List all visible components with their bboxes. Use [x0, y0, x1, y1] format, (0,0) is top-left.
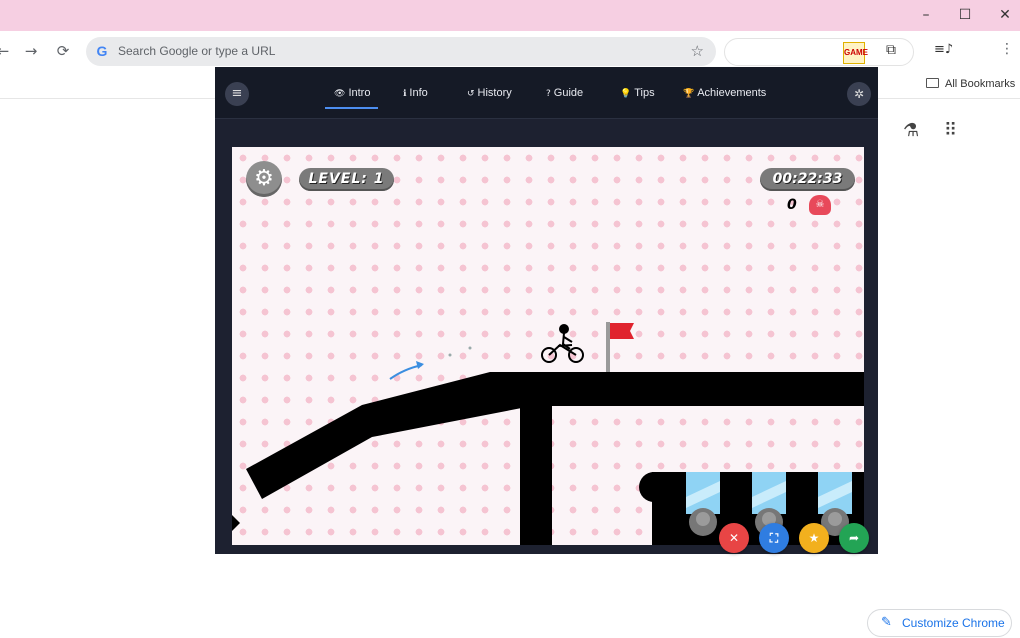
- chrome-menu-icon[interactable]: ⋮: [1000, 41, 1014, 57]
- window-titlebar: – ☐ ✕: [0, 0, 1020, 31]
- all-bookmarks-label: All Bookmarks: [945, 78, 1016, 90]
- tab-intro[interactable]: 👁 Intro: [324, 87, 380, 109]
- tab-label: Achievements: [697, 87, 767, 99]
- support-pillar: [520, 403, 552, 545]
- motion-arrow-icon: [389, 346, 472, 380]
- history-icon: ↺: [467, 89, 475, 99]
- edge-marker: [232, 515, 240, 531]
- bike-rider: [541, 324, 584, 363]
- popup-menu-icon[interactable]: ≡: [225, 82, 249, 106]
- maximize-button[interactable]: ☐: [954, 4, 976, 26]
- game-settings-icon[interactable]: ⚙: [246, 161, 282, 197]
- share-button[interactable]: ➦: [839, 523, 869, 553]
- trophy-icon: 🏆: [683, 89, 695, 99]
- minimize-button[interactable]: –: [915, 4, 937, 26]
- close-window-button[interactable]: ✕: [994, 4, 1016, 26]
- fullscreen-button[interactable]: ⛶: [759, 523, 789, 553]
- tab-info[interactable]: ℹ Info: [403, 87, 428, 99]
- google-icon: G: [96, 43, 108, 59]
- tab-guide[interactable]: ? Guide: [546, 87, 583, 99]
- death-count: 0: [787, 197, 797, 213]
- favorite-button[interactable]: ★: [799, 523, 829, 553]
- all-bookmarks-folder[interactable]: All Bookmarks: [926, 78, 1015, 90]
- tab-achievements[interactable]: 🏆 Achievements: [683, 87, 766, 99]
- tab-label: Info: [409, 87, 428, 99]
- game-extension-icon[interactable]: GAME: [843, 42, 868, 64]
- lightbulb-icon: 💡: [620, 89, 632, 99]
- game-scene: [232, 322, 864, 545]
- tab-label: Intro: [348, 87, 371, 99]
- tab-history[interactable]: ↺ History: [467, 87, 512, 99]
- customize-chrome-button[interactable]: ✎ Customize Chrome: [867, 609, 1012, 637]
- popup-settings-icon[interactable]: ✲: [847, 82, 871, 106]
- forward-icon[interactable]: →: [20, 40, 42, 62]
- google-apps-icon[interactable]: ⠿: [944, 120, 957, 141]
- browser-toolbar: ← → ⟳ G Search Google or type a URL ☆ GA…: [0, 31, 1020, 71]
- back-icon[interactable]: ←: [0, 40, 14, 62]
- tab-tips[interactable]: 💡 Tips: [620, 87, 655, 99]
- tab-label: Guide: [553, 87, 584, 99]
- game-canvas[interactable]: ⚙ LEVEL: 1 00:22:33 0 ☠: [232, 147, 864, 545]
- close-game-button[interactable]: ✕: [719, 523, 749, 553]
- question-icon: ?: [546, 89, 551, 99]
- game-timer: 00:22:33: [760, 168, 855, 191]
- platform-cap: [639, 472, 669, 502]
- reload-icon[interactable]: ⟳: [52, 40, 74, 62]
- checkpoint-flag: [606, 322, 634, 372]
- tab-label: Tips: [634, 87, 655, 99]
- omnibox-placeholder[interactable]: Search Google or type a URL: [118, 44, 275, 58]
- bookmark-star-icon[interactable]: ☆: [691, 42, 704, 60]
- media-control-icon[interactable]: ≡♪: [934, 42, 953, 57]
- level-indicator: LEVEL: 1: [299, 168, 394, 191]
- popup-spacer: [215, 119, 878, 143]
- extensions-puzzle-icon[interactable]: ⧉: [886, 42, 896, 58]
- tab-label: History: [477, 87, 512, 99]
- labs-flask-icon[interactable]: ⚗: [903, 120, 919, 141]
- omnibox[interactable]: G Search Google or type a URL ☆: [86, 37, 716, 66]
- info-icon: ℹ: [403, 89, 407, 99]
- pencil-icon: ✎: [881, 615, 892, 630]
- eye-icon: 👁: [334, 89, 346, 99]
- customize-chrome-label: Customize Chrome: [902, 616, 1005, 630]
- folder-icon: [926, 78, 939, 88]
- skull-icon: ☠: [809, 195, 831, 215]
- popup-nav: ≡ 👁 Intro ℹ Info ↺ History ? Guide 💡 Tips 🏆 Ac…: [215, 67, 878, 119]
